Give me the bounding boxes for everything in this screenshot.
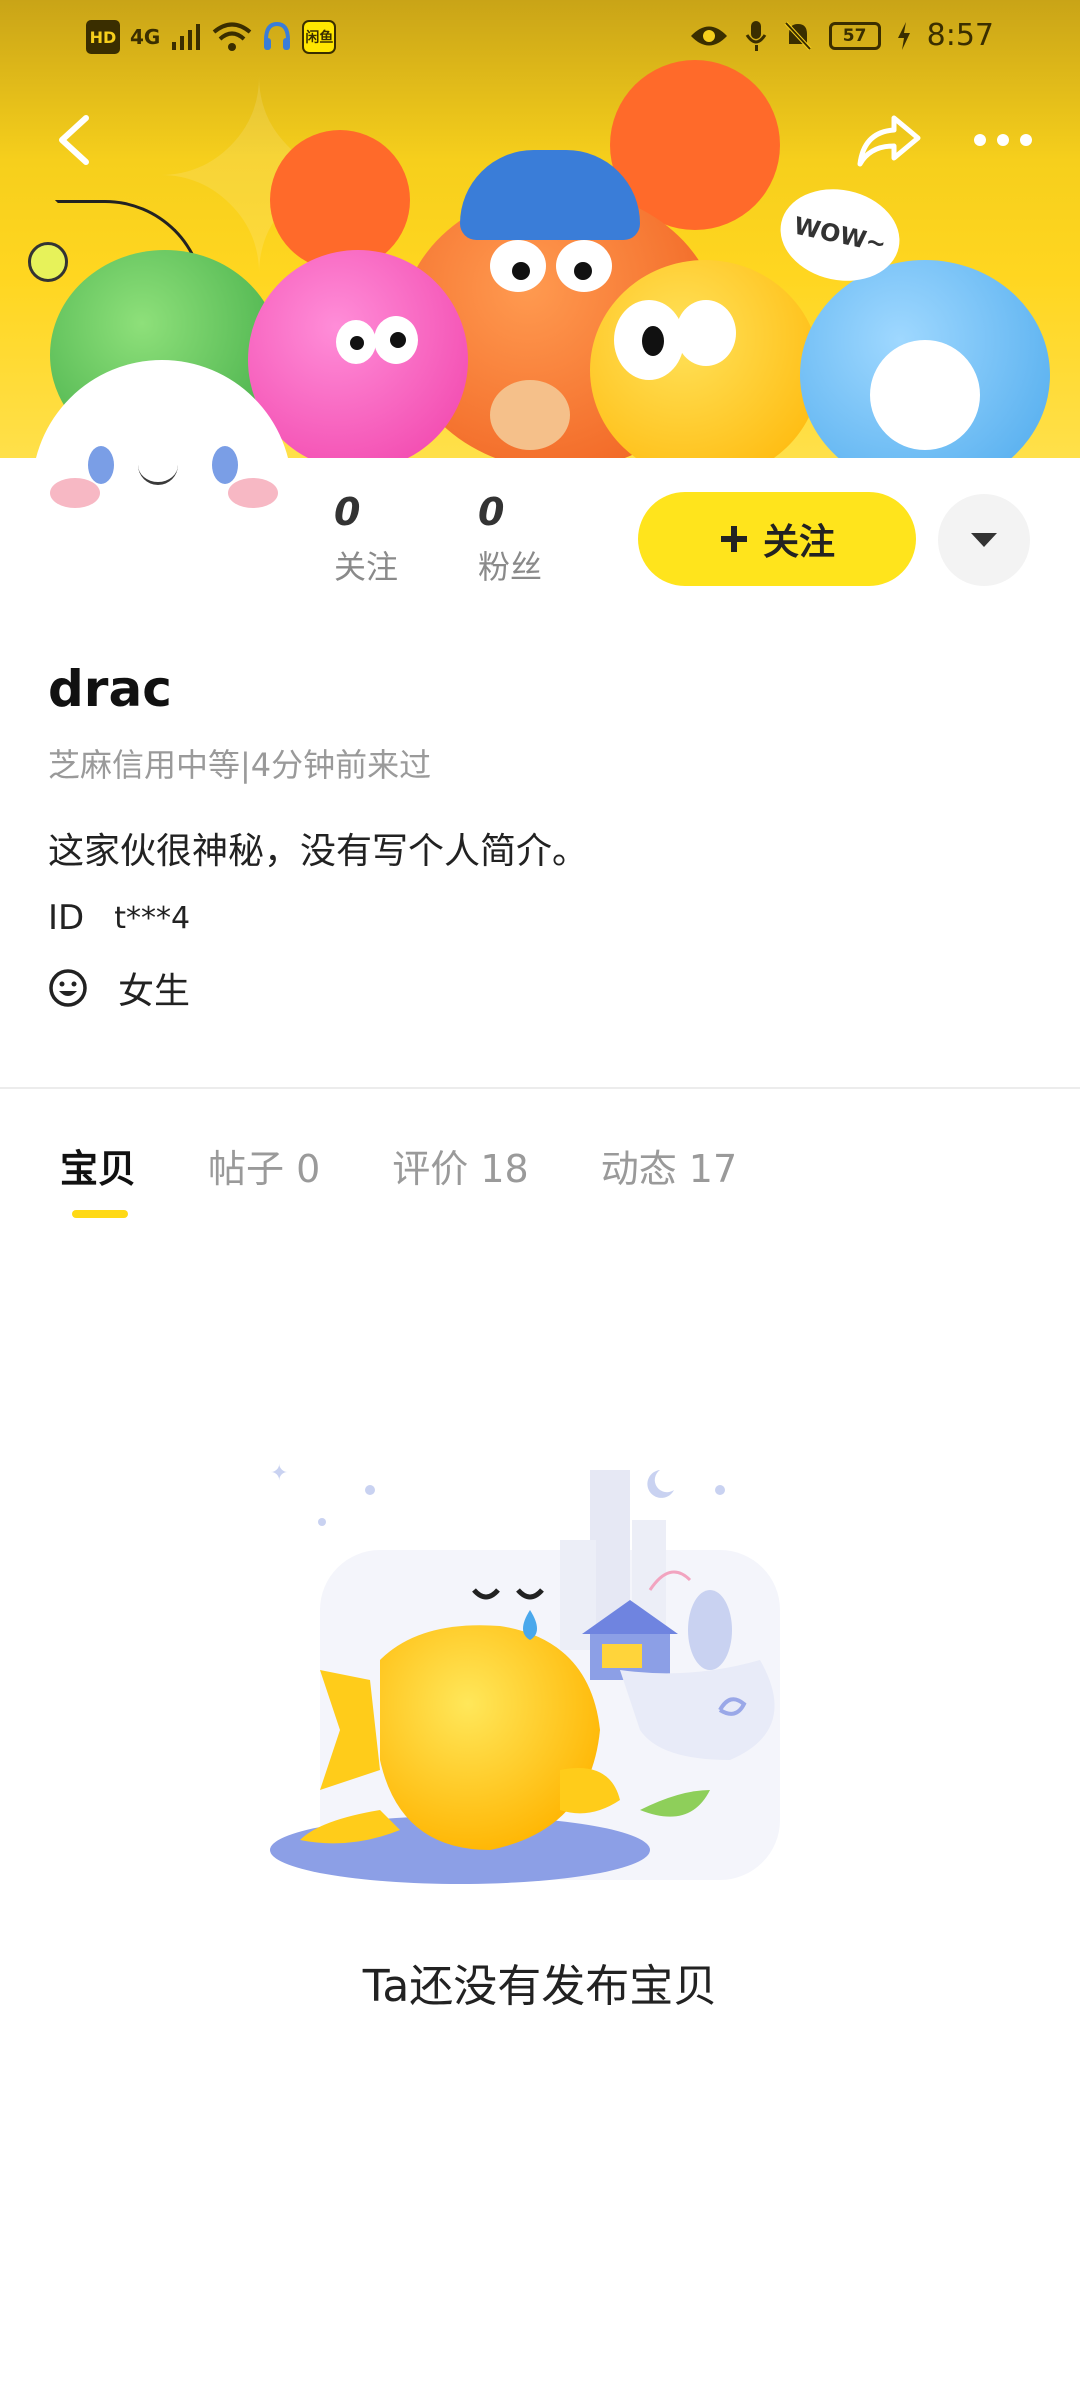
profile-tabs: 宝贝 帖子 0 评价 18 动态 17 bbox=[60, 1138, 809, 1193]
tab-posts[interactable]: 帖子 0 bbox=[208, 1138, 320, 1193]
credit-and-last-seen: 芝麻信用中等|4分钟前来过 bbox=[48, 746, 432, 784]
plus-icon bbox=[720, 526, 747, 552]
eye-icon bbox=[690, 26, 727, 45]
headset-icon bbox=[264, 21, 291, 50]
svg-text:✦: ✦ bbox=[270, 1461, 288, 1486]
crab-claw-left bbox=[270, 130, 410, 270]
signal-icon bbox=[172, 24, 201, 50]
active-tab-indicator bbox=[72, 1210, 128, 1218]
hd-indicator: HD bbox=[86, 20, 120, 54]
tab-reviews[interactable]: 评价 18 bbox=[392, 1138, 528, 1193]
status-time: 8:57 bbox=[926, 18, 994, 53]
avatar-cheek-left bbox=[50, 478, 100, 508]
follow-button[interactable]: 关注 bbox=[638, 492, 916, 586]
section-divider bbox=[0, 1087, 1080, 1089]
crab-pupil-right bbox=[574, 262, 592, 280]
tab-activity[interactable]: 动态 17 bbox=[601, 1138, 737, 1193]
avatar-eye-left bbox=[88, 446, 114, 484]
dropdown-button[interactable] bbox=[938, 494, 1030, 586]
avatar-mouth bbox=[138, 465, 178, 485]
gender-row: 女生 bbox=[48, 962, 190, 1014]
caret-down-icon bbox=[971, 533, 997, 547]
status-bar: HD 4G 闲鱼 57 8:57 bbox=[0, 0, 1080, 80]
yellow-pupil bbox=[642, 326, 664, 356]
more-options-icon[interactable] bbox=[972, 120, 1034, 160]
snail-character bbox=[490, 380, 570, 450]
followers-stat[interactable]: 0 粉丝 bbox=[478, 490, 542, 588]
pink-pupil-right bbox=[390, 332, 406, 348]
following-stat[interactable]: 0 关注 bbox=[334, 490, 398, 588]
pink-pupil-left bbox=[350, 336, 364, 350]
tab-items[interactable]: 宝贝 bbox=[60, 1138, 136, 1193]
followers-label: 粉丝 bbox=[478, 548, 543, 586]
following-count: 0 bbox=[334, 490, 361, 534]
followers-count: 0 bbox=[478, 490, 505, 534]
follow-button-label: 关注 bbox=[762, 522, 835, 563]
id-value: t***4 bbox=[114, 900, 191, 936]
share-icon[interactable] bbox=[856, 110, 922, 170]
empty-state-message: Ta还没有发布宝贝 bbox=[362, 1961, 718, 2012]
smiley-face-icon bbox=[49, 969, 87, 1007]
microphone-icon bbox=[745, 20, 766, 51]
avatar-eye-right bbox=[212, 446, 238, 484]
lamp-decoration bbox=[28, 242, 68, 282]
back-arrow-icon[interactable] bbox=[48, 110, 108, 170]
network-type: 4G bbox=[130, 25, 161, 49]
bio-text: 这家伙很神秘，没有写个人简介。 bbox=[48, 831, 589, 872]
user-id-row: ID t***4 bbox=[48, 898, 190, 938]
charging-icon bbox=[897, 21, 910, 50]
crab-pupil-left bbox=[512, 262, 530, 280]
empty-state-illustration: ✦ bbox=[270, 1461, 780, 1884]
battery-indicator: 57 bbox=[828, 21, 881, 50]
username: drac bbox=[48, 660, 172, 718]
yellow-eye-right bbox=[676, 300, 736, 366]
id-label: ID bbox=[48, 898, 85, 938]
blue-puffer-face bbox=[870, 340, 980, 450]
gender-text: 女生 bbox=[118, 971, 191, 1012]
xianyu-app-icon: 闲鱼 bbox=[302, 20, 337, 54]
avatar-cheek-right bbox=[228, 478, 278, 508]
wifi-icon bbox=[213, 22, 252, 51]
following-label: 关注 bbox=[334, 548, 399, 586]
mute-bell-icon bbox=[784, 21, 812, 50]
